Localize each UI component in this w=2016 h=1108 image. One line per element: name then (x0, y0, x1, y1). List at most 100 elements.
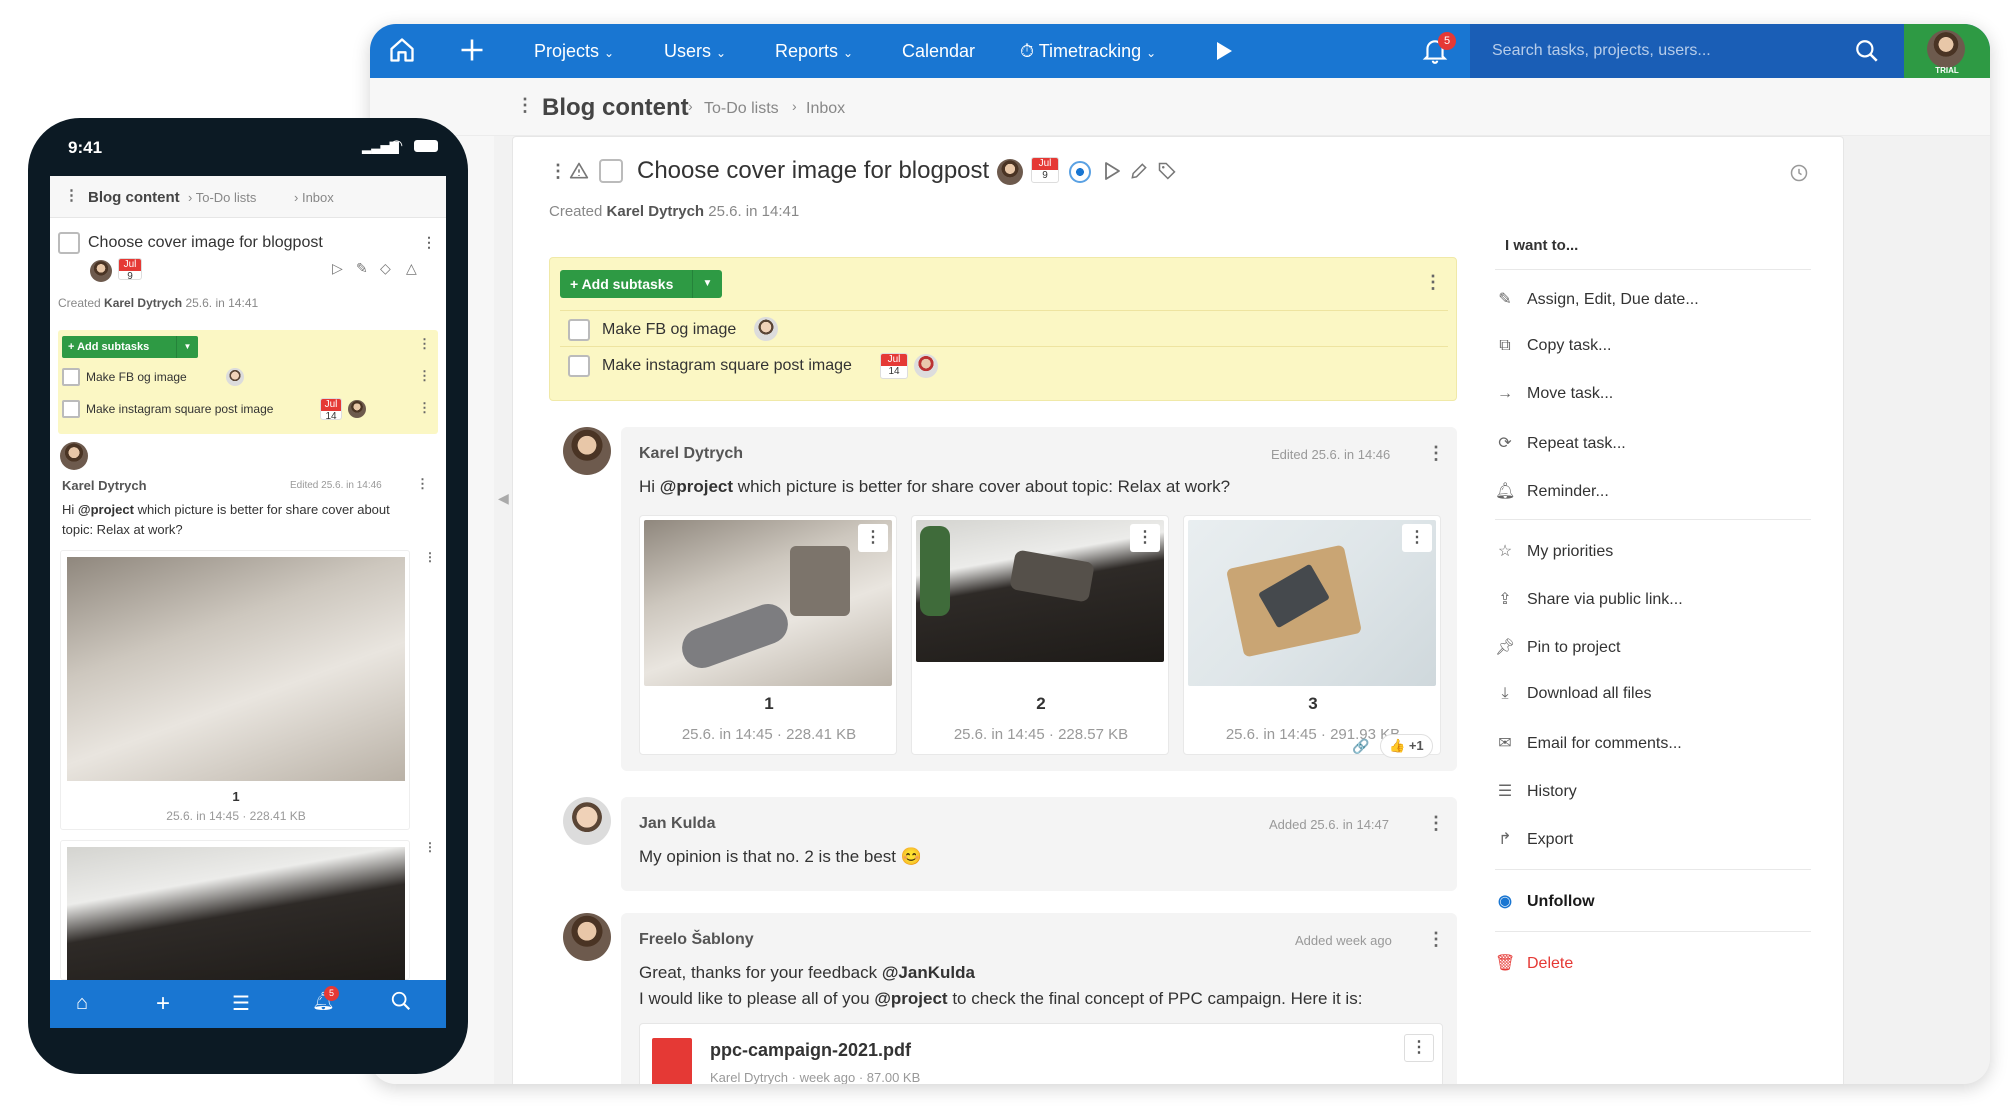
user-account[interactable]: TRIAL (1904, 24, 1990, 78)
dropdown-caret-icon[interactable]: ▼ (692, 270, 722, 298)
subtask-checkbox[interactable] (568, 355, 590, 377)
menu-my-priorities[interactable]: ☆ My priorities (1495, 541, 1613, 561)
project-menu-icon[interactable]: ⋮ (516, 95, 534, 116)
home-icon[interactable]: ⌂ (76, 992, 88, 1015)
add-subtasks-button[interactable]: + Add subtasks ▼ (560, 270, 722, 298)
menu-history[interactable]: ☰ History (1495, 781, 1577, 801)
task-menu-icon[interactable]: ⋮ (422, 234, 436, 251)
image-attachment[interactable]: ⋮ 1 25.6. in 14:45 · 228.41 KB (639, 515, 897, 755)
subtask-assignee-avatar[interactable] (914, 354, 938, 378)
home-icon[interactable] (388, 36, 416, 69)
task-menu-icon[interactable]: ⋮ (549, 161, 567, 182)
menu-assign-edit[interactable]: ✎ Assign, Edit, Due date... (1495, 289, 1698, 309)
subtask-due-date-icon[interactable]: Jul 14 (880, 353, 908, 379)
assignee-avatar[interactable] (90, 260, 112, 282)
menu-pin-to-project[interactable]: 📌︎ Pin to project (1495, 637, 1620, 657)
collapse-arrow-icon[interactable]: ◀ (498, 490, 509, 507)
pencil-icon[interactable]: ✎ (356, 260, 368, 277)
breadcrumb-project[interactable]: Blog content (542, 94, 689, 122)
menu-delete[interactable]: 🗑︎ Delete (1495, 953, 1573, 973)
tag-icon[interactable]: ◇ (380, 260, 391, 277)
plus-icon[interactable]: + (156, 990, 170, 1018)
follow-eye-icon[interactable] (1069, 161, 1091, 183)
subtask-menu-icon[interactable]: ⋮ (418, 368, 431, 384)
task-checkbox[interactable] (599, 159, 623, 183)
image-menu-button[interactable]: ⋮ (1130, 524, 1160, 552)
warning-icon[interactable] (569, 161, 589, 186)
comment-menu-icon[interactable]: ⋮ (416, 476, 429, 492)
nav-projects[interactable]: Projects ⌄ (534, 41, 614, 62)
file-menu-button[interactable]: ⋮ (1404, 1034, 1434, 1062)
image-attachment[interactable]: ⋮ 2 25.6. in 14:45 · 228.57 KB (911, 515, 1169, 755)
subtask-label[interactable]: Make instagram square post image (86, 402, 273, 416)
tag-icon[interactable] (1157, 161, 1177, 186)
subtasks-menu-icon[interactable]: ⋮ (1424, 272, 1442, 293)
subtask-due-date-icon[interactable]: Jul 14 (320, 398, 342, 422)
pin-icon: 📌︎ (1495, 639, 1516, 656)
due-date-calendar-icon[interactable]: Jul 9 (1031, 157, 1059, 183)
image-menu-button[interactable]: ⋮ (1402, 524, 1432, 552)
file-name[interactable]: ppc-campaign-2021.pdf (710, 1040, 911, 1061)
nav-reports[interactable]: Reports ⌄ (775, 41, 853, 62)
warning-icon[interactable]: △ (406, 260, 417, 277)
search-icon[interactable] (1854, 38, 1880, 69)
play-icon[interactable] (1214, 40, 1234, 67)
subtasks-menu-icon[interactable]: ⋮ (418, 336, 431, 352)
menu-icon[interactable]: ☰ (232, 991, 250, 1016)
nav-timetracking[interactable]: ⏱ Timetracking ⌄ (1020, 41, 1156, 62)
breadcrumb-folder[interactable]: › Inbox (294, 190, 334, 205)
search-input[interactable] (1492, 38, 1852, 64)
subtask-checkbox[interactable] (62, 368, 80, 386)
subtask-checkbox[interactable] (62, 400, 80, 418)
breadcrumb-folder[interactable]: Inbox (806, 100, 845, 118)
image-attachment[interactable]: ⋮ 3 25.6. in 14:45 · 291.93 KB 🔗 👍 +1 (1183, 515, 1441, 758)
dropdown-caret-icon[interactable]: ▼ (176, 336, 198, 358)
subtask-assignee-avatar[interactable] (754, 317, 778, 341)
like-reaction[interactable]: 👍 +1 (1380, 734, 1433, 758)
breadcrumb-list[interactable]: › To-Do lists (188, 190, 256, 205)
start-timer-icon[interactable] (1103, 161, 1121, 186)
menu-download-all-files[interactable]: ⤓ Download all files (1495, 685, 1651, 703)
nav-users[interactable]: Users ⌄ (664, 41, 726, 62)
history-clock-icon[interactable] (1789, 163, 1809, 188)
menu-copy-task[interactable]: ⧉ Copy task... (1495, 337, 1611, 355)
subtask-assignee-avatar[interactable] (226, 368, 244, 386)
comment-menu-icon[interactable]: ⋮ (1427, 443, 1445, 464)
comment-menu-icon[interactable]: ⋮ (1427, 929, 1445, 950)
image-menu-icon[interactable]: ⋮ (424, 840, 436, 854)
file-attachment[interactable]: ppc-campaign-2021.pdf Karel Dytrych · we… (639, 1023, 1443, 1084)
image-preview[interactable] (67, 847, 405, 981)
assignee-avatar[interactable] (997, 159, 1023, 185)
image-menu-button[interactable]: ⋮ (858, 524, 888, 552)
breadcrumb-project[interactable]: Blog content (88, 189, 180, 206)
pencil-icon[interactable] (1129, 161, 1149, 186)
due-date-calendar-icon[interactable]: Jul 9 (118, 258, 142, 282)
link-icon[interactable]: 🔗 (1352, 738, 1369, 755)
image-attachment[interactable]: 1 25.6. in 14:45 · 228.41 KB (60, 550, 410, 830)
image-menu-icon[interactable]: ⋮ (424, 550, 436, 564)
project-menu-icon[interactable]: ⋮ (64, 186, 79, 204)
subtask-label[interactable]: Make FB og image (602, 321, 736, 339)
task-checkbox[interactable] (58, 232, 80, 254)
menu-reminder[interactable]: 🔔︎ Reminder... (1495, 481, 1609, 501)
add-subtasks-button[interactable]: + Add subtasks ▼ (62, 336, 198, 358)
search-icon[interactable] (390, 990, 412, 1017)
menu-export[interactable]: ↱ Export (1495, 829, 1573, 849)
menu-share-public-link[interactable]: ⇪ Share via public link... (1495, 589, 1682, 609)
nav-calendar[interactable]: Calendar (902, 41, 975, 62)
subtask-menu-icon[interactable]: ⋮ (418, 400, 431, 416)
menu-unfollow[interactable]: ◉ Unfollow (1495, 891, 1595, 911)
subtask-assignee-avatar[interactable] (348, 400, 366, 418)
menu-move-task[interactable]: → Move task... (1495, 385, 1613, 403)
menu-repeat-task[interactable]: ⟳ Repeat task... (1495, 433, 1625, 453)
menu-email-for-comments[interactable]: ✉ Email for comments... (1495, 733, 1681, 753)
image-attachment[interactable] (60, 840, 410, 981)
plus-icon[interactable] (458, 36, 486, 69)
subtask-label[interactable]: Make FB og image (86, 370, 187, 384)
comment-menu-icon[interactable]: ⋮ (1427, 813, 1445, 834)
breadcrumb-list[interactable]: To-Do lists (704, 100, 779, 118)
subtask-label[interactable]: Make instagram square post image (602, 357, 852, 375)
subtask-checkbox[interactable] (568, 319, 590, 341)
start-timer-icon[interactable]: ▷ (332, 260, 343, 277)
image-preview[interactable] (67, 557, 405, 781)
